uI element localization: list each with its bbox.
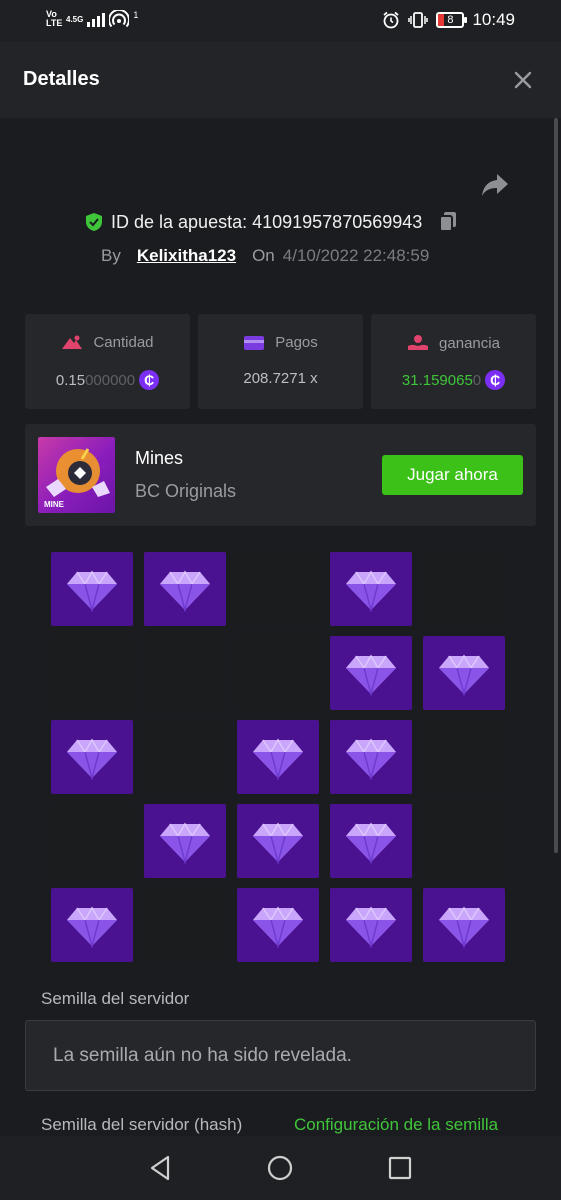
by-label: By [101,246,121,265]
stat-amount: Cantidad 0.15000000 ₵ [25,314,190,409]
hotspot-count: 1 [133,10,139,20]
bet-date: 4/10/2022 22:48:59 [282,246,430,265]
gem-icon [251,734,305,780]
home-icon[interactable] [266,1154,294,1182]
stat-amount-label: Cantidad [93,334,154,351]
gem-icon [344,566,398,612]
hotspot-icon [109,10,130,28]
gem-icon [65,902,119,948]
stat-profit-decimals: 0 [472,371,482,389]
mine-tile-empty [423,804,505,878]
alarm-icon [383,11,400,29]
verified-shield-icon [86,213,102,231]
mine-tile-gem [51,552,133,626]
battery-icon: 8 [436,12,468,28]
copy-icon[interactable] [438,211,458,233]
gem-icon [158,818,212,864]
card-icon [244,335,265,350]
modal-header: Detalles [0,42,561,118]
mine-tile-empty [51,636,133,710]
mine-tile-gem [51,888,133,962]
play-now-button[interactable]: Jugar ahora [382,455,523,495]
coin-icon: ₵ [485,370,506,390]
back-icon[interactable] [146,1154,174,1182]
gem-icon [344,902,398,948]
game-card: MINE Mines BC Originals Jugar ahora [25,424,536,526]
mine-tile-gem [51,720,133,794]
gem-icon [437,650,491,696]
stat-amount-decimals: 000000 [85,371,136,389]
mine-tile-empty [423,552,505,626]
page-title: Detalles [23,68,100,90]
system-nav-bar [0,1136,561,1200]
bet-byline: By Kelixitha123 On 4/10/2022 22:48:59 [101,246,429,266]
gem-icon [251,818,305,864]
stat-amount-value: 0.15 [55,371,86,389]
mine-tile-empty [51,804,133,878]
game-provider: BC Originals [135,481,237,501]
mine-tile-gem [423,636,505,710]
mine-tile-empty [144,720,226,794]
recents-icon[interactable] [386,1154,414,1182]
coin-icon: ₵ [139,370,160,390]
game-thumbnail[interactable]: MINE [38,437,115,513]
stat-payout: Pagos 208.7271 x [198,314,363,409]
bet-stats: Cantidad 0.15000000 ₵ Pagos 208.7271 x g… [25,314,536,409]
mine-tile-empty [144,888,226,962]
mine-tile-gem [423,888,505,962]
gem-icon [251,902,305,948]
mine-tile-gem [330,636,412,710]
vibrate-icon [408,12,429,28]
mine-tile-gem [330,888,412,962]
mine-tile-gem [237,720,319,794]
game-thumb-label: MINE [44,500,65,509]
network-type: 4.5G [66,14,84,24]
mine-tile-gem [330,720,412,794]
on-label: On [252,246,275,265]
stat-profit: ganancia 31.1590650 ₵ [371,314,536,409]
mines-board [51,552,506,962]
share-icon[interactable] [480,171,510,199]
stat-payout-value: 208.7271 x [243,370,318,387]
stat-profit-value: 31.159065 [401,371,473,389]
gem-icon [65,734,119,780]
mine-tile-gem [144,552,226,626]
mine-tile-gem [237,804,319,878]
mine-tile-empty [237,636,319,710]
server-seed-label: Semilla del servidor [41,989,190,1008]
mine-tile-gem [330,552,412,626]
game-name: Mines [135,448,184,468]
volte-indicator: Vo LTE [46,9,63,28]
stat-profit-label: ganancia [439,334,500,352]
gem-icon [344,734,398,780]
signal-icon [87,11,106,27]
gem-icon [437,902,491,948]
profit-hand-icon [408,335,429,350]
bet-id: ID de la apuesta: 41091957870569943 [111,211,423,232]
seed-config-link[interactable]: Configuración de la semilla [294,1115,498,1135]
mine-tile-empty [144,636,226,710]
close-icon[interactable] [513,70,533,90]
gem-icon [65,566,119,612]
gem-icon [344,650,398,696]
bet-id-row: ID de la apuesta: 41091957870569943 [85,211,458,233]
server-seed-field[interactable]: La semilla aún no ha sido revelada. [25,1020,536,1091]
stat-payout-label: Pagos [275,334,318,351]
status-bar: Vo LTE 4.5G 1 8 10:49 [0,0,561,42]
username-link[interactable]: Kelixitha123 [137,246,236,266]
mine-tile-empty [237,552,319,626]
mine-tile-gem [237,888,319,962]
server-seed-hash-label: Semilla del servidor (hash) [41,1115,243,1134]
bet-amount-icon [62,335,83,349]
gem-icon [158,566,212,612]
scrollbar[interactable] [554,118,558,853]
mine-tile-gem [144,804,226,878]
gem-icon [344,818,398,864]
mine-tile-empty [423,720,505,794]
clock: 10:49 [472,10,515,29]
mine-tile-gem [330,804,412,878]
